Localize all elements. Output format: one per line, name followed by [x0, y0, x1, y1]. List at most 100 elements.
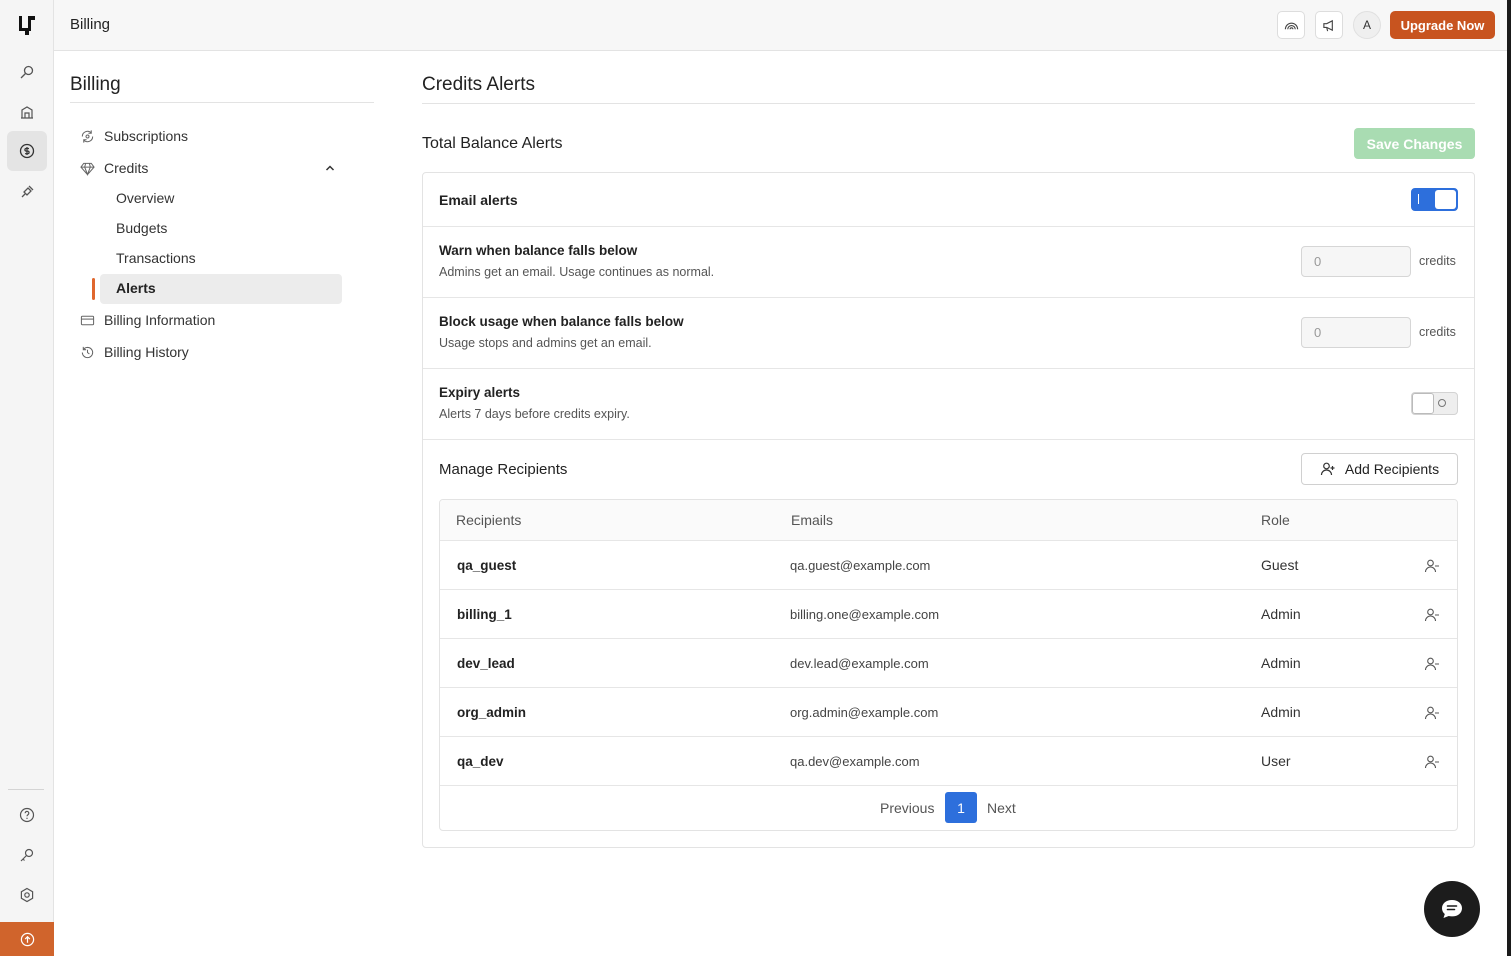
upload-button[interactable]: [0, 922, 54, 956]
warn-description: Admins get an email. Usage continues as …: [439, 265, 715, 279]
left-rail: [0, 0, 54, 956]
expiry-description: Alerts 7 days before credits expiry.: [439, 407, 630, 421]
dollar-icon[interactable]: [7, 131, 47, 171]
nav-item-subscriptions[interactable]: Subscriptions: [80, 126, 188, 146]
recipient-role: User: [1261, 753, 1291, 769]
next-page-button[interactable]: Next: [987, 800, 1016, 816]
billing-nav-divider: [70, 102, 374, 103]
recipient-name: org_admin: [457, 705, 527, 720]
window-edge: [1507, 0, 1511, 956]
megaphone-icon: [1322, 19, 1333, 31]
upgrade-now-button[interactable]: Upgrade Now: [1390, 11, 1495, 39]
recipient-email: billing.one@example.com: [790, 607, 940, 622]
building-icon[interactable]: [7, 92, 47, 132]
row-divider: [423, 226, 1474, 227]
billing-nav-title: Billing: [70, 74, 121, 95]
block-label: Block usage when balance falls below: [439, 314, 684, 329]
table-row: qa_dev qa.dev@example.com User: [440, 737, 1457, 786]
recipient-name: qa_guest: [457, 558, 517, 573]
remove-user-icon[interactable]: [1424, 754, 1440, 770]
warn-unit: credits: [1419, 254, 1456, 268]
warn-threshold-input[interactable]: 0: [1301, 246, 1411, 277]
manage-recipients-title: Manage Recipients: [439, 461, 568, 478]
table-header: Recipients Emails Role: [440, 500, 1457, 541]
nav-sub-budgets[interactable]: Budgets: [116, 220, 167, 236]
block-unit: credits: [1419, 325, 1456, 339]
row-divider: [423, 297, 1474, 298]
announcements-button[interactable]: [1315, 11, 1343, 39]
nav-item-label: Billing Information: [104, 312, 216, 328]
recipient-name: dev_lead: [457, 656, 515, 671]
add-recipients-button[interactable]: Add Recipients: [1301, 453, 1458, 485]
block-threshold-input[interactable]: 0: [1301, 317, 1411, 348]
previous-page-button[interactable]: Previous: [880, 800, 934, 816]
nav-active-marker: [92, 278, 95, 300]
expiry-alerts-toggle[interactable]: [1411, 392, 1458, 415]
logo-icon[interactable]: [17, 14, 37, 36]
warn-label: Warn when balance falls below: [439, 243, 638, 258]
email-alerts-toggle[interactable]: [1411, 188, 1458, 211]
column-header-recipients: Recipients: [456, 512, 522, 528]
row-divider: [423, 368, 1474, 369]
help-icon[interactable]: [7, 795, 47, 835]
recipient-email: org.admin@example.com: [790, 705, 939, 720]
settings-icon[interactable]: [7, 875, 47, 915]
save-changes-button[interactable]: Save Changes: [1354, 128, 1475, 159]
block-description: Usage stops and admins get an email.: [439, 336, 652, 350]
top-bar: Billing A Upgrade Now: [54, 0, 1511, 51]
rainbow-button[interactable]: [1277, 11, 1305, 39]
rainbow-icon: [1284, 22, 1298, 29]
recipient-role: Admin: [1261, 606, 1301, 622]
nav-item-credits[interactable]: Credits: [80, 158, 148, 178]
add-user-icon: [1320, 462, 1335, 476]
credit-card-icon: [80, 315, 95, 325]
column-header-emails: Emails: [791, 512, 834, 528]
history-icon: [81, 346, 94, 358]
chevron-up-icon[interactable]: [324, 162, 336, 174]
remove-user-icon[interactable]: [1424, 705, 1440, 721]
rail-divider: [8, 789, 44, 790]
remove-user-icon[interactable]: [1424, 607, 1440, 623]
recipient-role: Admin: [1261, 655, 1301, 671]
table-row: billing_1 billing.one@example.com Admin: [440, 590, 1457, 639]
avatar[interactable]: A: [1353, 11, 1381, 39]
nav-sub-overview[interactable]: Overview: [116, 190, 174, 206]
title-divider: [422, 103, 1475, 104]
page-header-title: Billing: [70, 16, 111, 33]
recipient-name: qa_dev: [457, 754, 504, 769]
row-divider: [423, 439, 1474, 440]
alerts-card: Email alerts Warn when balance falls bel…: [422, 172, 1475, 848]
search-icon[interactable]: [7, 52, 47, 92]
pagination: Previous 1 Next: [440, 786, 1457, 830]
recipient-name: billing_1: [457, 607, 512, 622]
nav-sub-transactions[interactable]: Transactions: [116, 250, 196, 266]
refresh-eye-icon: [81, 129, 94, 143]
recipient-email: qa.guest@example.com: [790, 558, 931, 573]
diamond-icon: [80, 162, 95, 176]
column-header-role: Role: [1261, 512, 1290, 528]
page-title: Credits Alerts: [422, 74, 535, 95]
upload-icon: [20, 932, 34, 946]
section-title: Total Balance Alerts: [422, 135, 563, 152]
nav-item-billing-history[interactable]: Billing History: [80, 342, 189, 362]
add-recipients-label: Add Recipients: [1344, 461, 1440, 477]
nav-sub-alerts[interactable]: Alerts: [116, 280, 156, 296]
recipient-email: dev.lead@example.com: [790, 656, 929, 671]
email-alerts-label: Email alerts: [439, 192, 518, 208]
nav-item-label: Credits: [104, 160, 149, 176]
chat-support-button[interactable]: [1424, 881, 1480, 937]
remove-user-icon[interactable]: [1424, 656, 1440, 672]
page-number-button[interactable]: 1: [945, 792, 977, 823]
recipient-role: Guest: [1261, 557, 1299, 573]
remove-user-icon[interactable]: [1424, 558, 1440, 574]
recipient-email: qa.dev@example.com: [790, 754, 920, 769]
table-row: qa_guest qa.guest@example.com Guest: [440, 541, 1457, 590]
nav-item-billing-information[interactable]: Billing Information: [80, 310, 215, 330]
table-row: org_admin org.admin@example.com Admin: [440, 688, 1457, 737]
table-row: dev_lead dev.lead@example.com Admin: [440, 639, 1457, 688]
plug-icon[interactable]: [7, 172, 47, 212]
key-icon[interactable]: [7, 835, 47, 875]
recipient-role: Admin: [1261, 704, 1301, 720]
nav-item-label: Billing History: [104, 344, 189, 360]
chat-icon: [1442, 900, 1462, 918]
